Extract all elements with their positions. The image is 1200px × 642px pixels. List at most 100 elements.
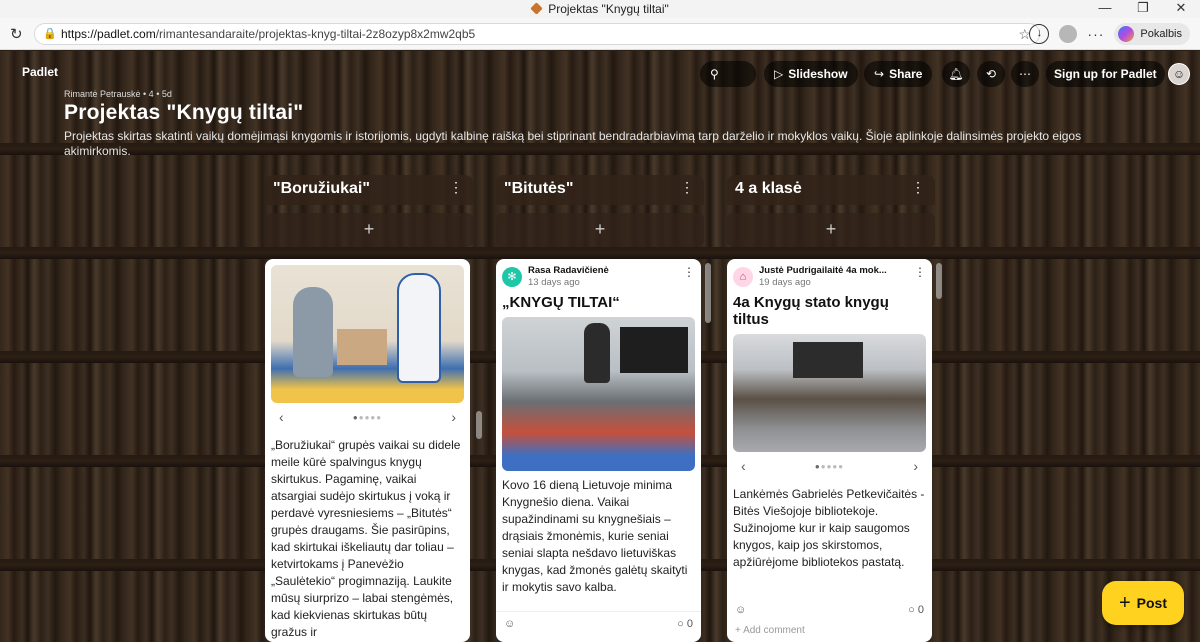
- column-scrollbar[interactable]: [936, 263, 942, 299]
- padlet-title: Projektas "Knygų tiltai": [64, 101, 304, 124]
- author-avatar: ✻: [502, 267, 522, 287]
- lock-icon[interactable]: 🔒: [43, 27, 57, 40]
- carousel-next-icon[interactable]: ›: [451, 409, 456, 425]
- carousel-next-icon[interactable]: ›: [913, 458, 918, 474]
- post-time: 13 days ago: [528, 277, 580, 288]
- column-header: "Boružiukai" ⋮: [265, 175, 473, 205]
- add-post-button[interactable]: +: [727, 213, 935, 247]
- post-title: „KNYGŲ TILTAI“: [502, 294, 620, 311]
- column-4a-klase: 4 a klasė ⋮ +: [727, 175, 935, 247]
- play-icon: ▷: [774, 67, 784, 81]
- post-card[interactable]: ⌂ Justė Pudrigailaitė 4a mok... 19 days …: [727, 259, 932, 642]
- search-button[interactable]: ⚲: [700, 61, 756, 87]
- add-post-button[interactable]: +: [496, 213, 704, 247]
- reaction-icon[interactable]: ☺: [504, 618, 515, 630]
- profile-avatar[interactable]: [1059, 25, 1078, 43]
- more-options-button[interactable]: ⋯: [1011, 61, 1039, 87]
- new-post-button[interactable]: + Post: [1102, 581, 1184, 625]
- column-title: "Boružiukai": [273, 180, 370, 197]
- post-image[interactable]: [733, 334, 926, 452]
- column-header: 4 a klasė ⋮: [727, 175, 935, 205]
- carousel-prev-icon[interactable]: ‹: [741, 458, 746, 474]
- address-bar: ↻ 🔒 https://padlet.com/rimantesandaraite…: [0, 18, 1200, 50]
- user-avatar[interactable]: ☺: [1168, 63, 1190, 85]
- column-bitutes: "Bitutės" ⋮ +: [496, 175, 704, 247]
- bell-icon: 🔔︎: [948, 67, 964, 81]
- share-button[interactable]: ↪ Share: [864, 61, 933, 87]
- carousel-dots: ●●●●●: [814, 461, 845, 471]
- column-header: "Bitutės" ⋮: [496, 175, 704, 205]
- column-scrollbar[interactable]: [476, 411, 482, 439]
- padlet-meta: Rimantė Petrauskė • 4 • 5d: [64, 89, 172, 99]
- copilot-label: Pokalbis: [1140, 28, 1182, 40]
- browser-more-icon[interactable]: ···: [1087, 26, 1104, 42]
- photo-child-figure: [397, 273, 441, 383]
- author-name: Rasa Radavičienė: [528, 265, 609, 276]
- photo-building-figure: [793, 342, 863, 378]
- post-menu-icon[interactable]: ⋮: [914, 265, 926, 279]
- download-icon[interactable]: ↓: [1029, 24, 1050, 44]
- padlet-description: Projektas skirtas skatinti vaikų domėjim…: [64, 129, 1082, 158]
- search-icon: ⚲: [710, 67, 719, 81]
- post-author: ⌂ Justė Pudrigailaitė 4a mok... 19 days …: [727, 259, 932, 288]
- add-comment-field[interactable]: + Add comment: [727, 625, 813, 642]
- padlet-header: Rimantė Petrauskė • 4 • 5d Projektas "Kn…: [64, 89, 1084, 159]
- comments-count[interactable]: ○ 0: [908, 604, 924, 616]
- more-horizontal-icon: ⋯: [1019, 67, 1031, 81]
- close-window-button[interactable]: ✕: [1162, 0, 1200, 16]
- column-boruziukai: "Boružiukai" ⋮ +: [265, 175, 473, 247]
- copilot-icon: [1118, 26, 1135, 42]
- reaction-icon[interactable]: ☺: [735, 604, 746, 616]
- comments-count[interactable]: ○ 0: [677, 618, 693, 630]
- column-title: 4 a klasė: [735, 180, 802, 197]
- post-footer: ☺ ○ 0: [496, 611, 701, 636]
- post-footer: ☺ ○ 0: [727, 598, 932, 622]
- window-title-text: Projektas "Knygų tiltai": [548, 2, 669, 16]
- restore-button[interactable]: ❐: [1124, 0, 1162, 16]
- window-titlebar: Projektas "Knygų tiltai" — ❐ ✕: [0, 0, 1200, 18]
- column-menu-icon[interactable]: ⋮: [911, 179, 925, 196]
- column-menu-icon[interactable]: ⋮: [449, 179, 463, 196]
- add-post-button[interactable]: +: [265, 213, 473, 247]
- post-menu-icon[interactable]: ⋮: [683, 265, 695, 279]
- column-scrollbar[interactable]: [705, 263, 711, 323]
- url-field[interactable]: 🔒 https://padlet.com/rimantesandaraite/p…: [34, 23, 1040, 45]
- remake-icon: ⟲: [985, 67, 997, 81]
- padlet-wall: Padlet ⚲ ▷ Slideshow ↪ Share 🔔︎ ⟲ ⋯ Sign u…: [0, 51, 1200, 642]
- notifications-button[interactable]: 🔔︎: [942, 61, 970, 87]
- slideshow-button[interactable]: ▷ Slideshow: [764, 61, 858, 87]
- slideshow-label: Slideshow: [788, 67, 848, 81]
- image-carousel-controls: ‹ ●●●●● ›: [727, 452, 932, 480]
- post-body: „Boružiukai“ grupės vaikai su didele mei…: [271, 438, 461, 639]
- carousel-dots: ●●●●●: [352, 412, 383, 422]
- reload-icon[interactable]: ↻: [10, 25, 23, 43]
- post-card[interactable]: ‹ ●●●●● › „Boružiukai“ grupės vaikai su …: [265, 259, 470, 642]
- padlet-favicon-icon: [530, 2, 543, 15]
- share-label: Share: [889, 67, 923, 81]
- padlet-logo[interactable]: Padlet: [22, 65, 58, 79]
- photo-card-figure: [337, 329, 387, 365]
- window-title: Projektas "Knygų tiltai": [0, 2, 1200, 16]
- post-image[interactable]: [271, 265, 464, 403]
- minimize-button[interactable]: —: [1086, 0, 1124, 16]
- photo-screen-figure: [620, 327, 688, 373]
- post-body: Lankėmės Gabrielės Petkevičaitės - Bitės…: [733, 487, 925, 569]
- post-author: ✻ Rasa Radavičienė 13 days ago: [496, 259, 701, 288]
- carousel-prev-icon[interactable]: ‹: [279, 409, 284, 425]
- new-post-label: Post: [1136, 595, 1168, 611]
- share-arrow-icon: ↪: [874, 67, 885, 81]
- plus-icon: +: [1118, 591, 1131, 614]
- post-image[interactable]: [502, 317, 695, 471]
- column-menu-icon[interactable]: ⋮: [680, 179, 694, 196]
- post-body: Kovo 16 dieną Lietuvoje minima Knygnešio…: [502, 478, 688, 594]
- post-card[interactable]: ✻ Rasa Radavičienė 13 days ago ⋮ „KNYGŲ …: [496, 259, 701, 642]
- url-text: https://padlet.com/rimantesandaraite/pro…: [61, 27, 476, 41]
- photo-teacher-figure: [584, 323, 610, 383]
- photo-child-figure: [293, 287, 333, 377]
- image-carousel-controls: ‹ ●●●●● ›: [265, 403, 470, 431]
- column-title: "Bitutės": [504, 180, 574, 197]
- author-avatar: ⌂: [733, 267, 753, 287]
- copilot-button[interactable]: Pokalbis: [1114, 23, 1190, 45]
- remake-button[interactable]: ⟲: [977, 61, 1005, 87]
- signup-button[interactable]: Sign up for Padlet: [1046, 61, 1165, 87]
